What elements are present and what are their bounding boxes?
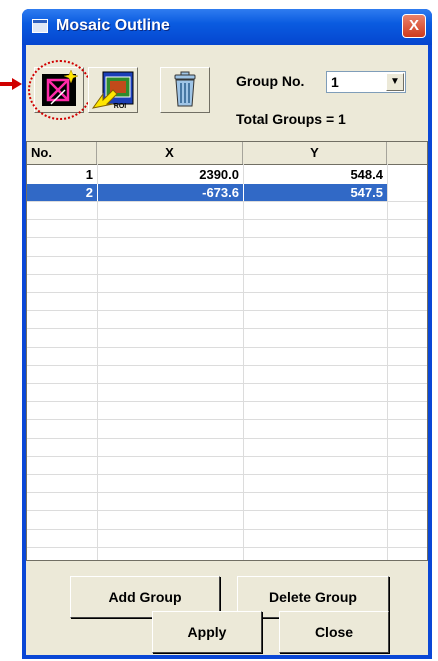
grid-line — [27, 274, 427, 275]
dialog-client: ROI Group No. 1 ▼ Total Groups = 1 No. X — [26, 45, 428, 655]
cell-y: 548.4 — [350, 167, 383, 182]
column-header-no[interactable]: No. — [27, 142, 97, 164]
table-row-selected[interactable]: 2 -673.6 547.5 — [27, 184, 387, 201]
total-groups-label: Total Groups = 1 — [236, 111, 346, 127]
column-header-y[interactable]: Y — [243, 142, 387, 164]
annotation-circle — [28, 60, 92, 120]
grid-line — [27, 328, 427, 329]
title-bar[interactable]: Mosaic Outline X — [22, 9, 432, 45]
delete-button[interactable] — [160, 67, 210, 113]
grid-line — [27, 347, 427, 348]
chevron-down-icon[interactable]: ▼ — [386, 73, 404, 91]
window-icon — [32, 19, 48, 33]
grid-line — [27, 510, 427, 511]
close-button[interactable]: Close — [279, 611, 389, 653]
annotation-arrow — [0, 78, 22, 90]
grid-line — [27, 529, 427, 530]
group-number-select[interactable]: 1 ▼ — [326, 71, 406, 93]
group-number-value: 1 — [331, 74, 339, 90]
table-header: No. X Y — [27, 142, 427, 165]
cell-y: 547.5 — [243, 184, 387, 201]
grid-line — [387, 164, 388, 560]
grid-line — [27, 256, 427, 257]
roi-label: ROI — [114, 103, 127, 110]
grid-line — [27, 492, 427, 493]
grid-line — [27, 365, 427, 366]
points-table[interactable]: No. X Y 1 2390.0 548.4 2 -673.6 547.5 — [26, 141, 428, 561]
grid-line — [27, 383, 427, 384]
trash-icon — [174, 71, 196, 107]
grid-line — [27, 419, 427, 420]
cell-no: 2 — [85, 185, 93, 200]
grid-line — [97, 164, 98, 560]
grid-line — [27, 401, 427, 402]
cell-x: 2390.0 — [199, 167, 239, 182]
grid-line — [27, 292, 427, 293]
cell-no: 1 — [85, 167, 93, 182]
grid-line — [27, 547, 427, 548]
group-number-label: Group No. — [236, 73, 305, 89]
grid-line — [27, 456, 427, 457]
roi-import-button[interactable]: ROI — [88, 67, 138, 113]
grid-line — [27, 474, 427, 475]
grid-line — [27, 237, 427, 238]
window-title: Mosaic Outline — [56, 17, 170, 34]
cell-x: -673.6 — [97, 184, 243, 201]
grid-line — [27, 219, 427, 220]
grid-line — [243, 164, 244, 560]
apply-button[interactable]: Apply — [152, 611, 262, 653]
grid-line — [27, 201, 427, 202]
close-window-button[interactable]: X — [402, 14, 426, 38]
column-header-x[interactable]: X — [97, 142, 243, 164]
grid-line — [27, 310, 427, 311]
grid-line — [27, 438, 427, 439]
table-row[interactable]: 1 2390.0 548.4 — [27, 166, 387, 183]
column-header-filler — [387, 142, 427, 164]
mosaic-outline-window: Mosaic Outline X ROI Group No. 1 ▼ Total… — [22, 9, 432, 659]
roi-import-icon: ROI — [91, 71, 134, 110]
